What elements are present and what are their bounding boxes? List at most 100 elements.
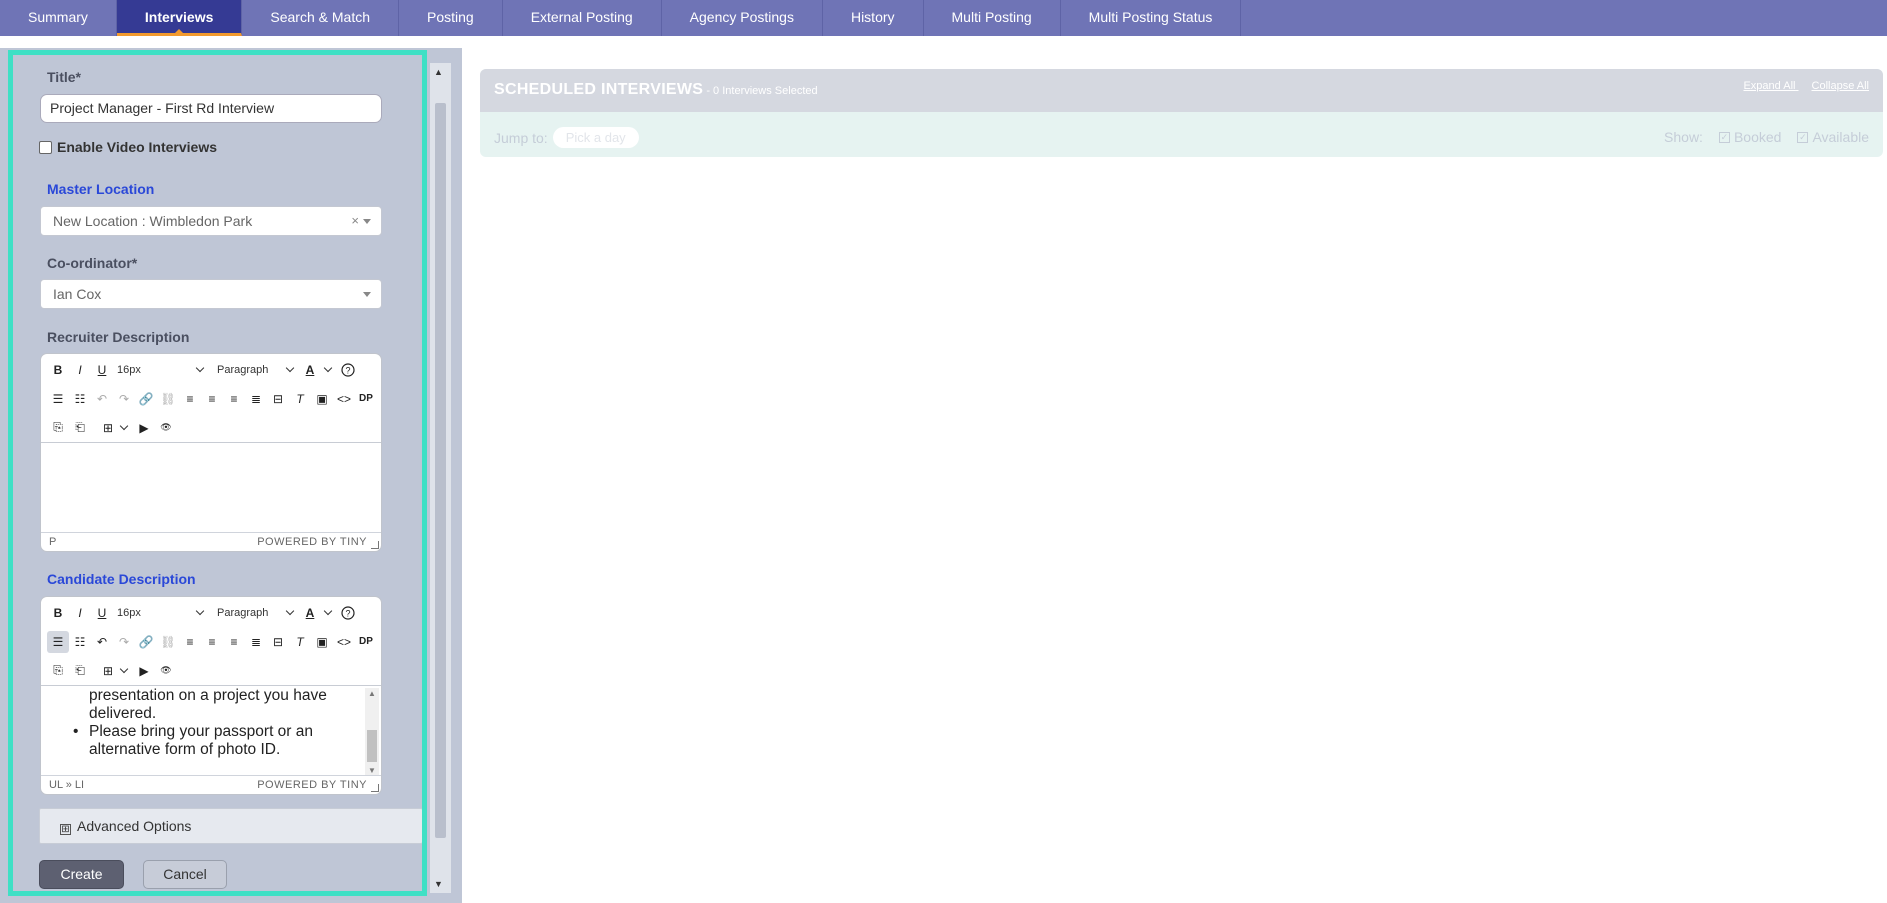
numbered-list-icon[interactable]: ☷ xyxy=(69,388,91,410)
powered-by-tiny[interactable]: POWERED BY TINY xyxy=(257,776,367,794)
unlink-icon[interactable]: ⛓ xyxy=(157,388,179,410)
coordinator-select[interactable]: Ian Cox xyxy=(40,279,382,309)
chevron-down-icon[interactable] xyxy=(363,292,371,297)
tab-external-posting[interactable]: External Posting xyxy=(503,0,662,36)
preview-icon[interactable]: 👁 xyxy=(155,417,177,439)
chevron-down-icon[interactable] xyxy=(119,664,129,673)
pick-day-input[interactable]: Pick a day xyxy=(552,127,639,148)
link-icon[interactable]: 🔗 xyxy=(135,631,157,653)
text-color-icon[interactable]: A xyxy=(299,359,321,381)
title-input[interactable]: Project Manager - First Rd Interview xyxy=(40,94,382,123)
code-sample-icon[interactable]: ⎗ xyxy=(69,660,91,682)
master-location-select[interactable]: New Location : Wimbledon Park × xyxy=(40,206,382,236)
clear-icon[interactable]: × xyxy=(351,207,359,235)
dp-icon[interactable]: DP xyxy=(355,388,377,410)
tab-multi-posting[interactable]: Multi Posting xyxy=(924,0,1061,36)
font-size-dropdown[interactable]: 16px xyxy=(113,602,205,624)
page-break-icon[interactable]: ⊟ xyxy=(267,631,289,653)
code-sample-icon[interactable]: ⎗ xyxy=(69,417,91,439)
expand-all-link[interactable]: Expand All xyxy=(1743,80,1795,92)
image-icon[interactable]: ▣ xyxy=(311,631,333,653)
code-icon[interactable]: <> xyxy=(333,631,355,653)
underline-icon[interactable]: U xyxy=(91,359,113,381)
tab-search-match[interactable]: Search & Match xyxy=(242,0,399,36)
template-icon[interactable]: ⎘ xyxy=(47,660,69,682)
tab-history[interactable]: History xyxy=(823,0,924,36)
help-icon[interactable]: ? xyxy=(337,602,359,624)
candidate-description-editor[interactable]: B I U 16px Paragraph A ? ☰ ☷ ↶ ↷ 🔗 ⛓ ≡ ≡ xyxy=(40,596,382,795)
bullet-list-icon[interactable]: ☰ xyxy=(47,388,69,410)
link-icon[interactable]: 🔗 xyxy=(135,388,157,410)
powered-by-tiny[interactable]: POWERED BY TINY xyxy=(257,533,367,551)
scroll-down-icon[interactable]: ▼ xyxy=(434,879,443,889)
bullet-list-icon[interactable]: ☰ xyxy=(47,630,69,653)
booked-checkbox[interactable]: ✓ xyxy=(1718,131,1730,143)
undo-icon[interactable]: ↶ xyxy=(91,631,113,653)
resize-handle-icon[interactable] xyxy=(371,784,379,792)
candidate-editor-body[interactable]: presentation on a project you have deliv… xyxy=(41,685,381,775)
clear-format-icon[interactable]: T xyxy=(289,631,311,653)
dp-icon[interactable]: DP xyxy=(355,631,377,653)
bullet-icon: • xyxy=(73,723,79,740)
block-format-dropdown[interactable]: Paragraph xyxy=(213,359,295,381)
enable-video-checkbox[interactable] xyxy=(39,140,52,154)
tab-interviews[interactable]: Interviews xyxy=(116,0,243,36)
align-center-icon[interactable]: ≡ xyxy=(201,388,223,410)
enable-video-checkbox-row[interactable]: Enable Video Interviews xyxy=(39,139,217,155)
cancel-button[interactable]: Cancel xyxy=(143,860,227,889)
chevron-down-icon[interactable] xyxy=(323,363,333,372)
redo-icon[interactable]: ↷ xyxy=(113,631,135,653)
align-left-icon[interactable]: ≡ xyxy=(179,388,201,410)
italic-icon[interactable]: I xyxy=(69,359,91,381)
font-size-dropdown[interactable]: 16px xyxy=(113,359,205,381)
align-right-icon[interactable]: ≡ xyxy=(223,388,245,410)
underline-icon[interactable]: U xyxy=(91,602,113,624)
tab-agency-postings[interactable]: Agency Postings xyxy=(662,0,823,36)
align-right-icon[interactable]: ≡ xyxy=(223,631,245,653)
scroll-thumb[interactable] xyxy=(435,103,446,838)
tab-posting[interactable]: Posting xyxy=(399,0,503,36)
template-icon[interactable]: ⎘ xyxy=(47,417,69,439)
editor-scrollbar[interactable]: ▲ ▼ xyxy=(365,688,379,775)
recruiter-description-editor[interactable]: B I U 16px Paragraph A ? ☰ ☷ ↶ ↷ 🔗 ⛓ ≡ ≡ xyxy=(40,353,382,552)
redo-icon[interactable]: ↷ xyxy=(113,388,135,410)
text-color-icon[interactable]: A xyxy=(299,602,321,624)
recruiter-editor-body[interactable] xyxy=(41,442,381,532)
numbered-list-icon[interactable]: ☷ xyxy=(69,631,91,653)
align-justify-icon[interactable]: ≣ xyxy=(245,388,267,410)
collapse-all-link[interactable]: Collapse All xyxy=(1812,80,1869,92)
resize-handle-icon[interactable] xyxy=(371,541,379,549)
table-icon[interactable]: ⊞ xyxy=(97,417,119,439)
bold-icon[interactable]: B xyxy=(47,602,69,624)
form-scrollbar[interactable]: ▲ ▼ xyxy=(430,63,451,893)
block-format-dropdown[interactable]: Paragraph xyxy=(213,602,295,624)
table-icon[interactable]: ⊞ xyxy=(97,660,119,682)
scroll-up-icon[interactable]: ▲ xyxy=(434,67,443,77)
unlink-icon[interactable]: ⛓ xyxy=(157,631,179,653)
chevron-down-icon[interactable] xyxy=(323,606,333,615)
media-icon[interactable]: ▶ xyxy=(133,660,155,682)
align-left-icon[interactable]: ≡ xyxy=(179,631,201,653)
clear-format-icon[interactable]: T xyxy=(289,388,311,410)
help-icon[interactable]: ? xyxy=(337,359,359,381)
image-icon[interactable]: ▣ xyxy=(311,388,333,410)
create-button[interactable]: Create xyxy=(39,860,124,889)
page-break-icon[interactable]: ⊟ xyxy=(267,388,289,410)
tab-summary[interactable]: Summary xyxy=(0,0,117,36)
undo-icon[interactable]: ↶ xyxy=(91,388,113,410)
code-icon[interactable]: <> xyxy=(333,388,355,410)
scroll-thumb[interactable] xyxy=(367,730,377,762)
bold-icon[interactable]: B xyxy=(47,359,69,381)
advanced-options-toggle[interactable]: ⊞ Advanced Options xyxy=(39,808,422,844)
preview-icon[interactable]: 👁 xyxy=(155,660,177,682)
tab-multi-posting-status[interactable]: Multi Posting Status xyxy=(1061,0,1242,36)
chevron-down-icon[interactable] xyxy=(363,219,371,224)
align-justify-icon[interactable]: ≣ xyxy=(245,631,267,653)
italic-icon[interactable]: I xyxy=(69,602,91,624)
scroll-up-icon[interactable]: ▲ xyxy=(368,689,376,698)
chevron-down-icon[interactable] xyxy=(119,421,129,430)
scroll-down-icon[interactable]: ▼ xyxy=(368,766,376,775)
media-icon[interactable]: ▶ xyxy=(133,417,155,439)
available-checkbox[interactable]: ✓ xyxy=(1797,131,1809,143)
align-center-icon[interactable]: ≡ xyxy=(201,631,223,653)
